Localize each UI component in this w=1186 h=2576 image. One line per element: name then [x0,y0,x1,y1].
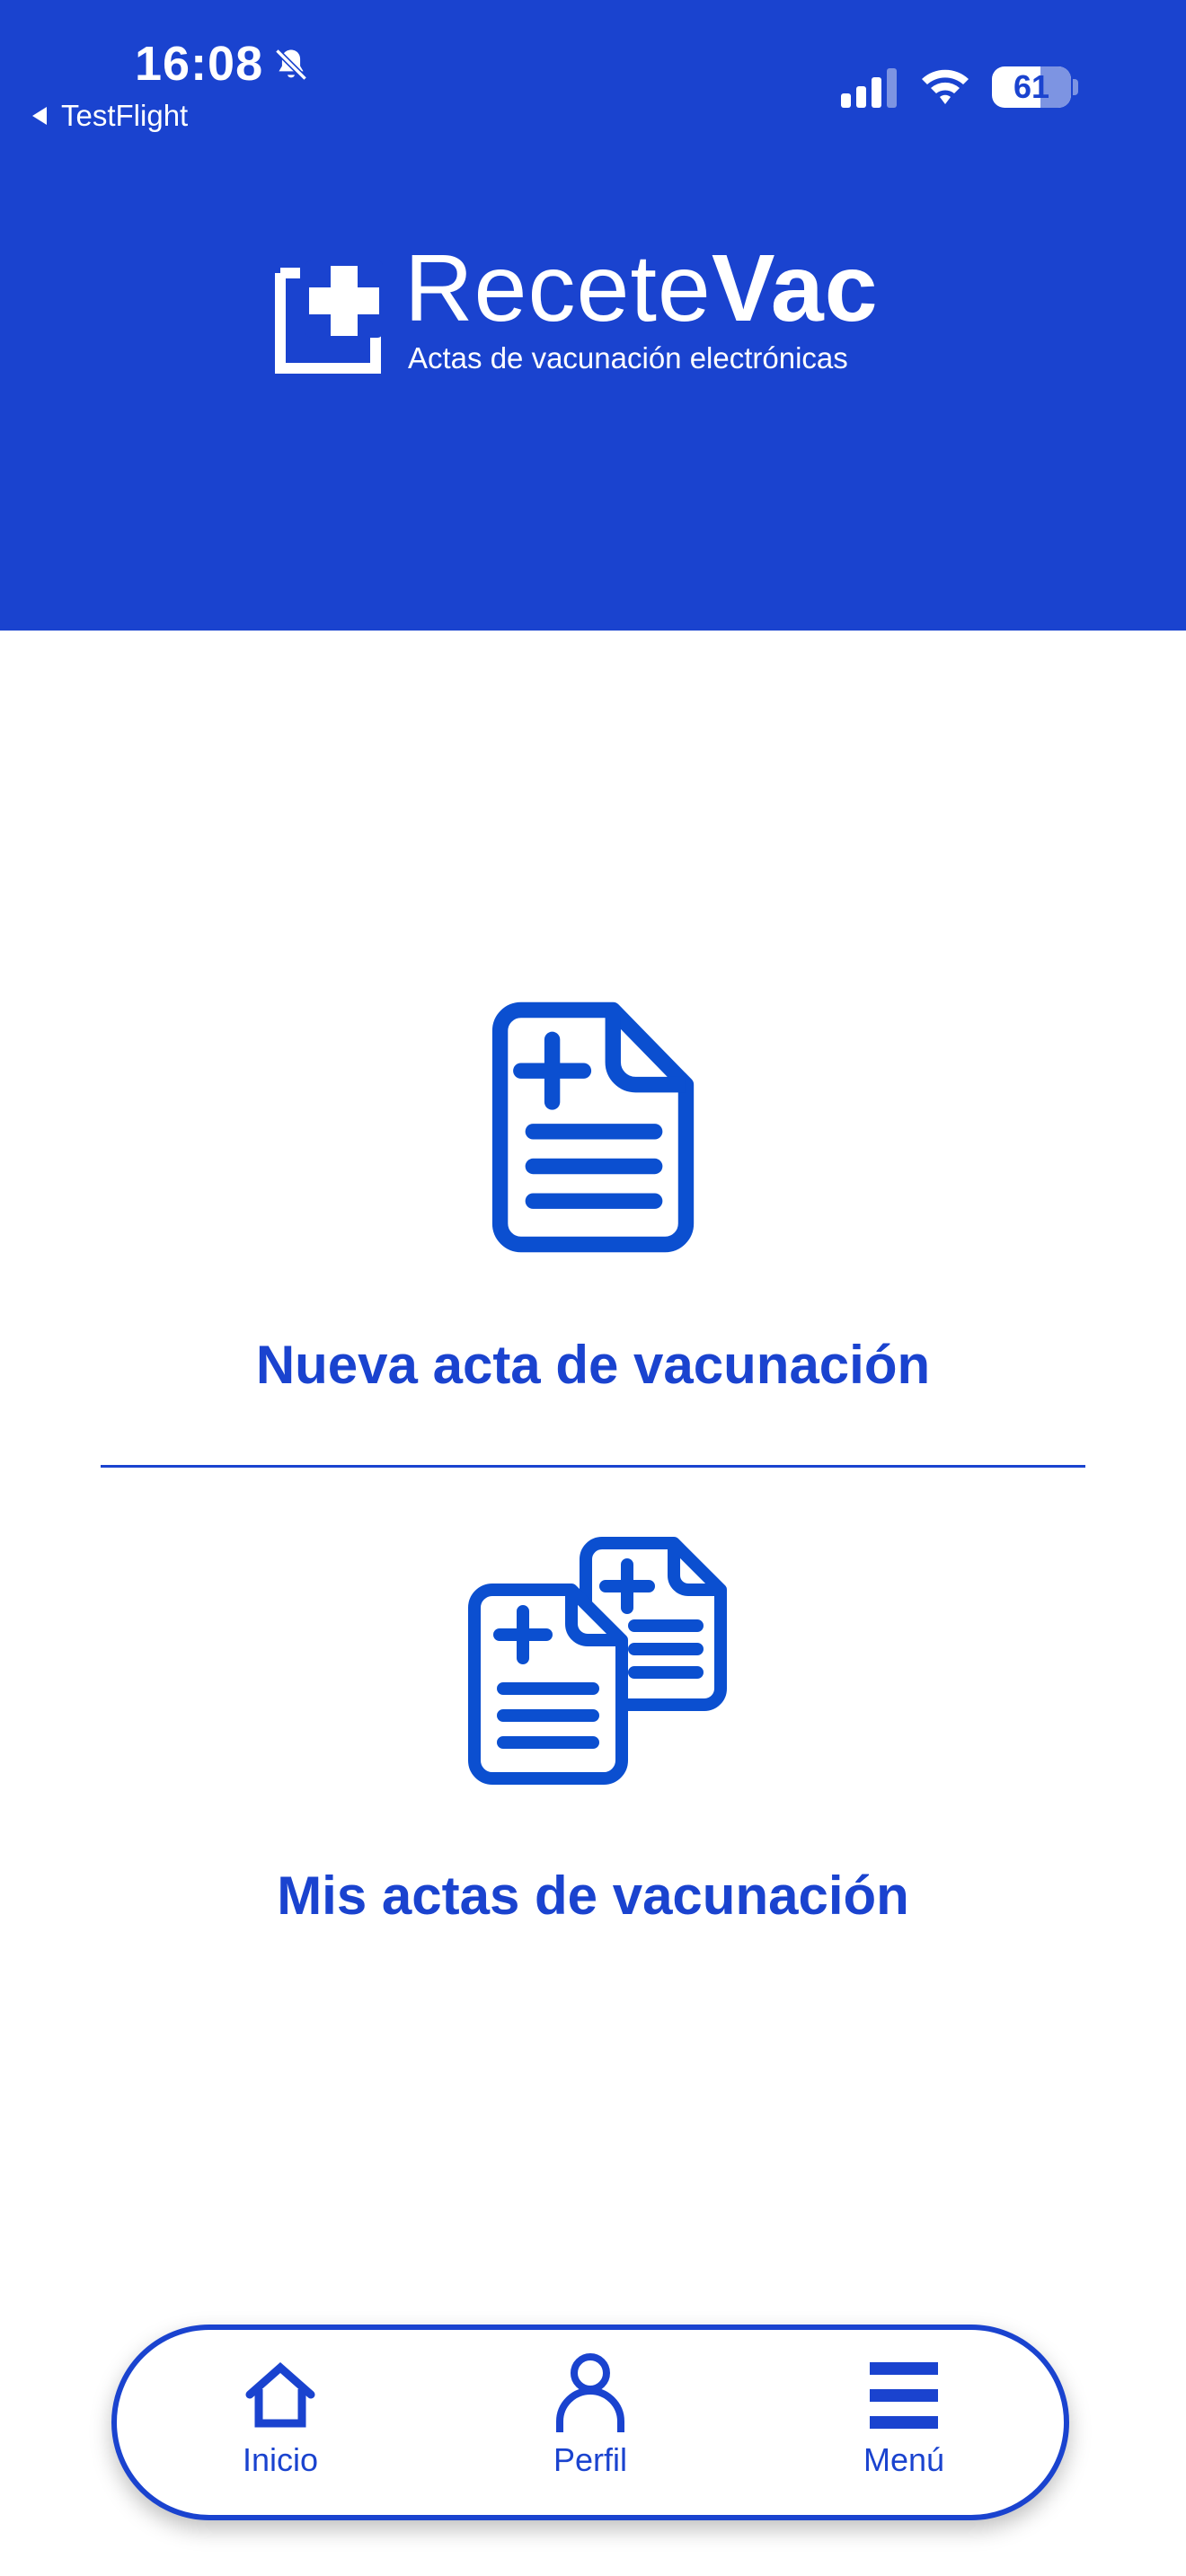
tab-menu-label: Menú [863,2441,945,2478]
tab-perfil[interactable]: Perfil [474,2330,707,2515]
bell-muted-icon [275,49,307,81]
menu-icon [870,2362,938,2429]
my-vaccination-records-button[interactable]: Mis actas de vacunación [0,1536,1186,1940]
status-time: 16:08 [135,37,264,91]
back-arrow-icon [32,107,47,125]
my-vaccination-records-label: Mis actas de vacunación [277,1866,909,1926]
document-plus-icon [491,1001,695,1253]
new-vaccination-record-button[interactable]: Nueva acta de vacunación [0,997,1186,1410]
tab-perfil-label: Perfil [553,2441,628,2478]
logo-cross-icon [275,260,383,374]
logo-name-regular: Recete [404,235,712,341]
new-vaccination-record-label: Nueva acta de vacunación [255,1335,931,1395]
tab-inicio[interactable]: Inicio [164,2330,397,2515]
bottom-tab-bar: Inicio Perfil Menú [111,2325,1069,2520]
home-icon [245,2362,315,2428]
tab-inicio-label: Inicio [242,2441,319,2478]
logo-wordmark: ReceteVac [404,241,879,336]
battery-indicator: 61 [992,66,1071,108]
back-app-label: TestFlight [61,99,189,132]
documents-plus-icon [468,1537,727,1785]
battery-level: 61 [1013,68,1050,105]
divider [101,1465,1085,1468]
back-to-testflight-link[interactable]: TestFlight [32,99,188,133]
battery-tip [1073,79,1078,95]
wifi-icon [922,69,969,104]
tab-menu[interactable]: Menú [787,2330,1021,2515]
user-icon [556,2353,624,2432]
logo-tagline: Actas de vacunación electrónicas [408,341,848,375]
logo-name-bold: Vac [711,235,879,341]
header: 16:08 TestFlight 61 ReceteVac Actas de v… [0,0,1186,631]
cellular-signal-icon [841,68,897,108]
